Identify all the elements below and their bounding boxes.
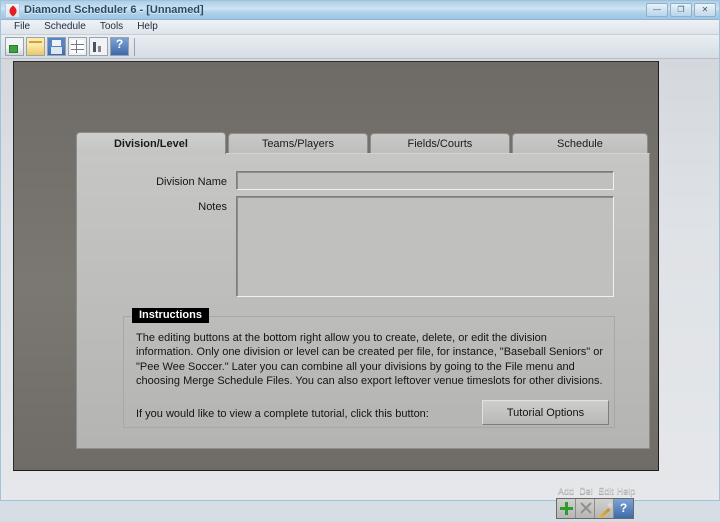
pencil-icon[interactable]	[595, 499, 614, 518]
notes-textarea[interactable]	[236, 196, 614, 297]
tab-schedule[interactable]: Schedule	[511, 133, 648, 154]
application-window: Diamond Scheduler 6 - [Unnamed] — ❐ ✕ Fi…	[0, 0, 720, 519]
grid-table-icon[interactable]	[68, 37, 87, 56]
tutorial-options-button[interactable]: Tutorial Options	[482, 400, 609, 425]
diamond-app-icon	[5, 2, 20, 18]
edit-buttons-row	[556, 498, 634, 519]
toolbar-separator	[134, 37, 135, 56]
tutorial-prompt-text: If you would like to view a complete tut…	[136, 408, 429, 420]
mdi-client-area: Division/Level Teams/Players Fields/Cour…	[1, 59, 719, 519]
menu-item-tools[interactable]: Tools	[93, 20, 130, 34]
edit-buttons-cluster: Add Del Edit Help	[556, 486, 638, 522]
menu-bar: File Schedule Tools Help	[1, 20, 719, 35]
window-controls: — ❐ ✕	[646, 3, 716, 17]
label-edit: Edit	[598, 486, 614, 496]
tab-fields-courts[interactable]: Fields/Courts	[369, 133, 510, 154]
maximize-button[interactable]: ❐	[670, 3, 692, 17]
new-file-icon[interactable]	[5, 37, 24, 56]
tab-strip: Division/Level Teams/Players Fields/Cour…	[76, 132, 650, 154]
help-icon[interactable]	[110, 37, 129, 56]
plus-icon[interactable]	[557, 499, 576, 518]
minimize-button[interactable]: —	[646, 3, 668, 17]
division-name-label: Division Name	[156, 176, 227, 188]
label-add: Add	[557, 486, 574, 496]
instructions-body-text: The editing buttons at the bottom right …	[136, 332, 603, 387]
edit-buttons-labels: Add Del Edit Help	[556, 486, 638, 496]
open-folder-icon[interactable]	[26, 37, 45, 56]
document-window: Division/Level Teams/Players Fields/Cour…	[13, 61, 659, 519]
notes-label: Notes	[198, 201, 227, 213]
tab-page-division-level: Division Name Notes Instructions The edi…	[76, 153, 650, 519]
instructions-group: Instructions The editing buttons at the …	[123, 308, 615, 428]
question-mark-icon[interactable]	[614, 499, 633, 518]
label-del: Del	[579, 486, 593, 496]
label-help: Help	[616, 486, 636, 496]
window-title: Diamond Scheduler 6 - [Unnamed]	[24, 4, 204, 16]
menu-item-file[interactable]: File	[7, 20, 37, 34]
tab-division-level[interactable]: Division/Level	[76, 132, 226, 154]
title-bar: Diamond Scheduler 6 - [Unnamed] — ❐ ✕	[1, 1, 719, 20]
diamond-shape	[7, 4, 19, 17]
toolbar	[1, 35, 719, 59]
chart-icon[interactable]	[89, 37, 108, 56]
close-button[interactable]: ✕	[694, 3, 716, 17]
delete-x-icon[interactable]	[576, 499, 595, 518]
save-icon[interactable]	[47, 37, 66, 56]
division-name-input[interactable]	[236, 171, 614, 190]
menu-item-help[interactable]: Help	[130, 20, 165, 34]
menu-item-schedule[interactable]: Schedule	[37, 20, 93, 34]
instructions-legend: Instructions	[132, 308, 209, 323]
tab-teams-players[interactable]: Teams/Players	[227, 133, 368, 154]
